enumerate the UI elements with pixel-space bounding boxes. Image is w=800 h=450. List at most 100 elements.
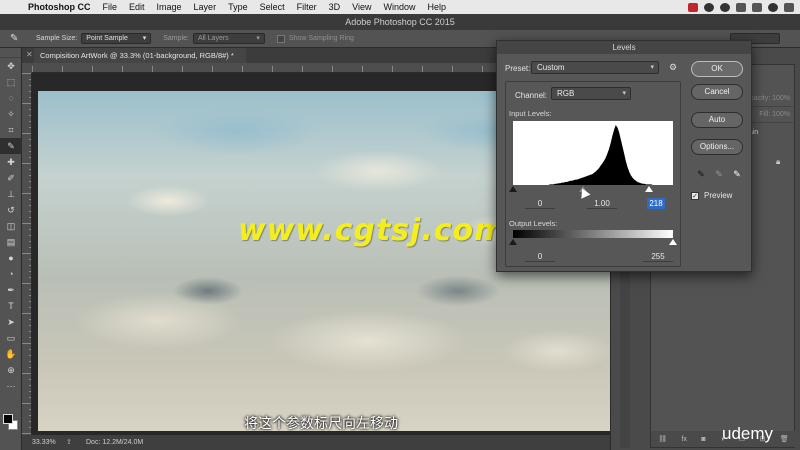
battery-icon[interactable] xyxy=(752,2,762,12)
levels-dialog: Levels Preset: Custom ▾ ⚙ Channel: RGB ▾ I… xyxy=(496,40,752,272)
healing-brush-tool-icon[interactable]: ✚ xyxy=(0,154,22,170)
udemy-logo: udemy xyxy=(722,424,774,443)
show-sampling-ring-checkbox[interactable] xyxy=(276,34,285,43)
trash-icon[interactable]: 🗑︎ xyxy=(780,435,789,443)
menu-app-name[interactable]: Photoshop CC xyxy=(22,0,97,14)
menu-view[interactable]: View xyxy=(346,0,377,14)
menu-image[interactable]: Image xyxy=(151,0,188,14)
wifi-icon[interactable] xyxy=(736,2,746,12)
ruler-corner[interactable] xyxy=(22,63,32,73)
input-levels-slider[interactable] xyxy=(509,186,673,192)
input-white-point-handle[interactable] xyxy=(645,186,653,192)
menu-bar: Photoshop CC File Edit Image Layer Type … xyxy=(0,0,800,14)
sample-size-value: Point Sample xyxy=(86,35,128,42)
gradient-tool-icon[interactable]: ▤ xyxy=(0,234,22,250)
output-black-handle[interactable] xyxy=(509,239,517,245)
move-tool-icon[interactable]: ✥ xyxy=(0,58,22,74)
document-size[interactable]: Doc: 12.2M/24.0M xyxy=(86,435,143,450)
channel-select[interactable]: RGB ▾ xyxy=(551,87,631,100)
chevron-down-icon: ▾ xyxy=(622,90,626,97)
foreground-color-swatch[interactable] xyxy=(3,414,13,424)
menu-file[interactable]: File xyxy=(97,0,124,14)
chevron-down-icon: ▾ xyxy=(650,64,654,71)
cancel-button[interactable]: Cancel xyxy=(691,84,743,100)
path-selection-tool-icon[interactable]: ➤ xyxy=(0,314,22,330)
options-button[interactable]: Options... xyxy=(691,139,743,155)
close-icon[interactable]: ✕ xyxy=(26,50,33,59)
recording-icon[interactable] xyxy=(688,2,698,12)
output-white-value[interactable]: 255 xyxy=(643,251,673,262)
dodge-tool-icon[interactable]: ◔ xyxy=(0,266,22,282)
preset-select[interactable]: Custom ▾ xyxy=(531,61,659,74)
type-tool-icon[interactable]: T xyxy=(0,298,22,314)
menu-help[interactable]: Help xyxy=(421,0,452,14)
menu-3d[interactable]: 3D xyxy=(323,0,347,14)
crop-tool-icon[interactable]: ⌗ xyxy=(0,122,22,138)
more-tools-icon[interactable]: ⋯ xyxy=(0,378,22,394)
document-tab[interactable]: Compisition ArtWork @ 33.3% (01-backgrou… xyxy=(34,48,246,63)
show-sampling-ring-label: Show Sampling Ring xyxy=(288,35,354,42)
sync-icon[interactable] xyxy=(720,2,730,12)
ok-button[interactable]: OK xyxy=(691,61,743,77)
rectangle-tool-icon[interactable]: ▭ xyxy=(0,330,22,346)
gear-icon[interactable]: ⚙ xyxy=(669,62,677,73)
menu-window[interactable]: Window xyxy=(377,0,421,14)
clone-stamp-tool-icon[interactable]: ⊥ xyxy=(0,186,22,202)
brush-tool-icon[interactable]: ✐ xyxy=(0,170,22,186)
mask-icon[interactable]: ◙ xyxy=(701,436,705,443)
zoom-tool-icon[interactable]: ⊕ xyxy=(0,362,22,378)
quick-select-tool-icon[interactable]: ✧ xyxy=(0,106,22,122)
fill-value: Fill: 100% xyxy=(759,111,790,118)
vertical-ruler[interactable] xyxy=(22,73,32,435)
input-white-value[interactable]: 218 xyxy=(647,198,665,209)
gray-eyedropper-icon[interactable]: ✎ xyxy=(713,168,725,180)
output-levels-slider[interactable] xyxy=(509,239,677,245)
sample-size-select[interactable]: Point Sample ▾ xyxy=(81,33,152,44)
toolbox-grip[interactable] xyxy=(0,48,21,58)
pen-tool-icon[interactable]: ✒ xyxy=(0,282,22,298)
input-black-point-handle[interactable] xyxy=(509,186,517,192)
toolbox: ✥ ⬚ ◌ ✧ ⌗ ✎ ✚ ✐ ⊥ ↺ ◫ ▤ ● ◔ ✒ T ➤ ▭ ✋ ⊕ … xyxy=(0,48,22,450)
input-black-value[interactable]: 0 xyxy=(525,198,555,209)
levels-dialog-title[interactable]: Levels xyxy=(497,41,751,54)
fx-icon[interactable]: fx xyxy=(681,436,686,443)
notification-center-icon[interactable] xyxy=(784,2,794,12)
menu-filter[interactable]: Filter xyxy=(291,0,323,14)
menu-select[interactable]: Select xyxy=(254,0,291,14)
search-icon[interactable] xyxy=(768,2,778,12)
marquee-tool-icon[interactable]: ⬚ xyxy=(0,74,22,90)
sample-size-label: Sample Size: xyxy=(36,35,78,42)
white-eyedropper-icon[interactable]: ✎ xyxy=(731,168,743,180)
hand-tool-icon[interactable]: ✋ xyxy=(0,346,22,362)
blur-tool-icon[interactable]: ● xyxy=(0,250,22,266)
output-levels-gradient xyxy=(513,230,673,238)
menu-type[interactable]: Type xyxy=(222,0,254,14)
sample-value: All Layers xyxy=(197,35,229,42)
black-eyedropper-icon[interactable]: ✎ xyxy=(695,168,707,180)
output-levels-label: Output Levels: xyxy=(509,219,558,228)
creative-cloud-icon[interactable] xyxy=(704,2,714,12)
share-icon[interactable]: ⇪ xyxy=(66,435,80,450)
histogram xyxy=(513,121,673,185)
color-swatches[interactable] xyxy=(3,414,19,432)
menu-layer[interactable]: Layer xyxy=(188,0,223,14)
eyedropper-tool-preset-icon[interactable]: ✎ xyxy=(10,33,24,45)
zoom-level[interactable]: 33.33% xyxy=(32,435,66,450)
output-white-handle[interactable] xyxy=(669,239,677,245)
preset-label: Preset: xyxy=(505,64,531,73)
auto-button[interactable]: Auto xyxy=(691,112,743,128)
link-layers-icon[interactable]: ⛓ xyxy=(658,435,667,443)
channel-value: RGB xyxy=(557,89,575,98)
photoshop-window: Photoshop CC File Edit Image Layer Type … xyxy=(0,0,800,450)
history-brush-tool-icon[interactable]: ↺ xyxy=(0,202,22,218)
eyedropper-tool-icon[interactable]: ✎ xyxy=(0,138,22,154)
vertical-ruler-ticks xyxy=(22,73,31,434)
eraser-tool-icon[interactable]: ◫ xyxy=(0,218,22,234)
input-gamma-value[interactable]: 1.00 xyxy=(587,198,617,209)
menu-edit[interactable]: Edit xyxy=(123,0,151,14)
lasso-tool-icon[interactable]: ◌ xyxy=(0,90,22,106)
preview-label: Preview xyxy=(704,191,733,200)
preview-checkbox[interactable]: ✓ xyxy=(691,192,699,200)
sample-select[interactable]: All Layers ▾ xyxy=(192,33,265,44)
output-black-value[interactable]: 0 xyxy=(525,251,555,262)
